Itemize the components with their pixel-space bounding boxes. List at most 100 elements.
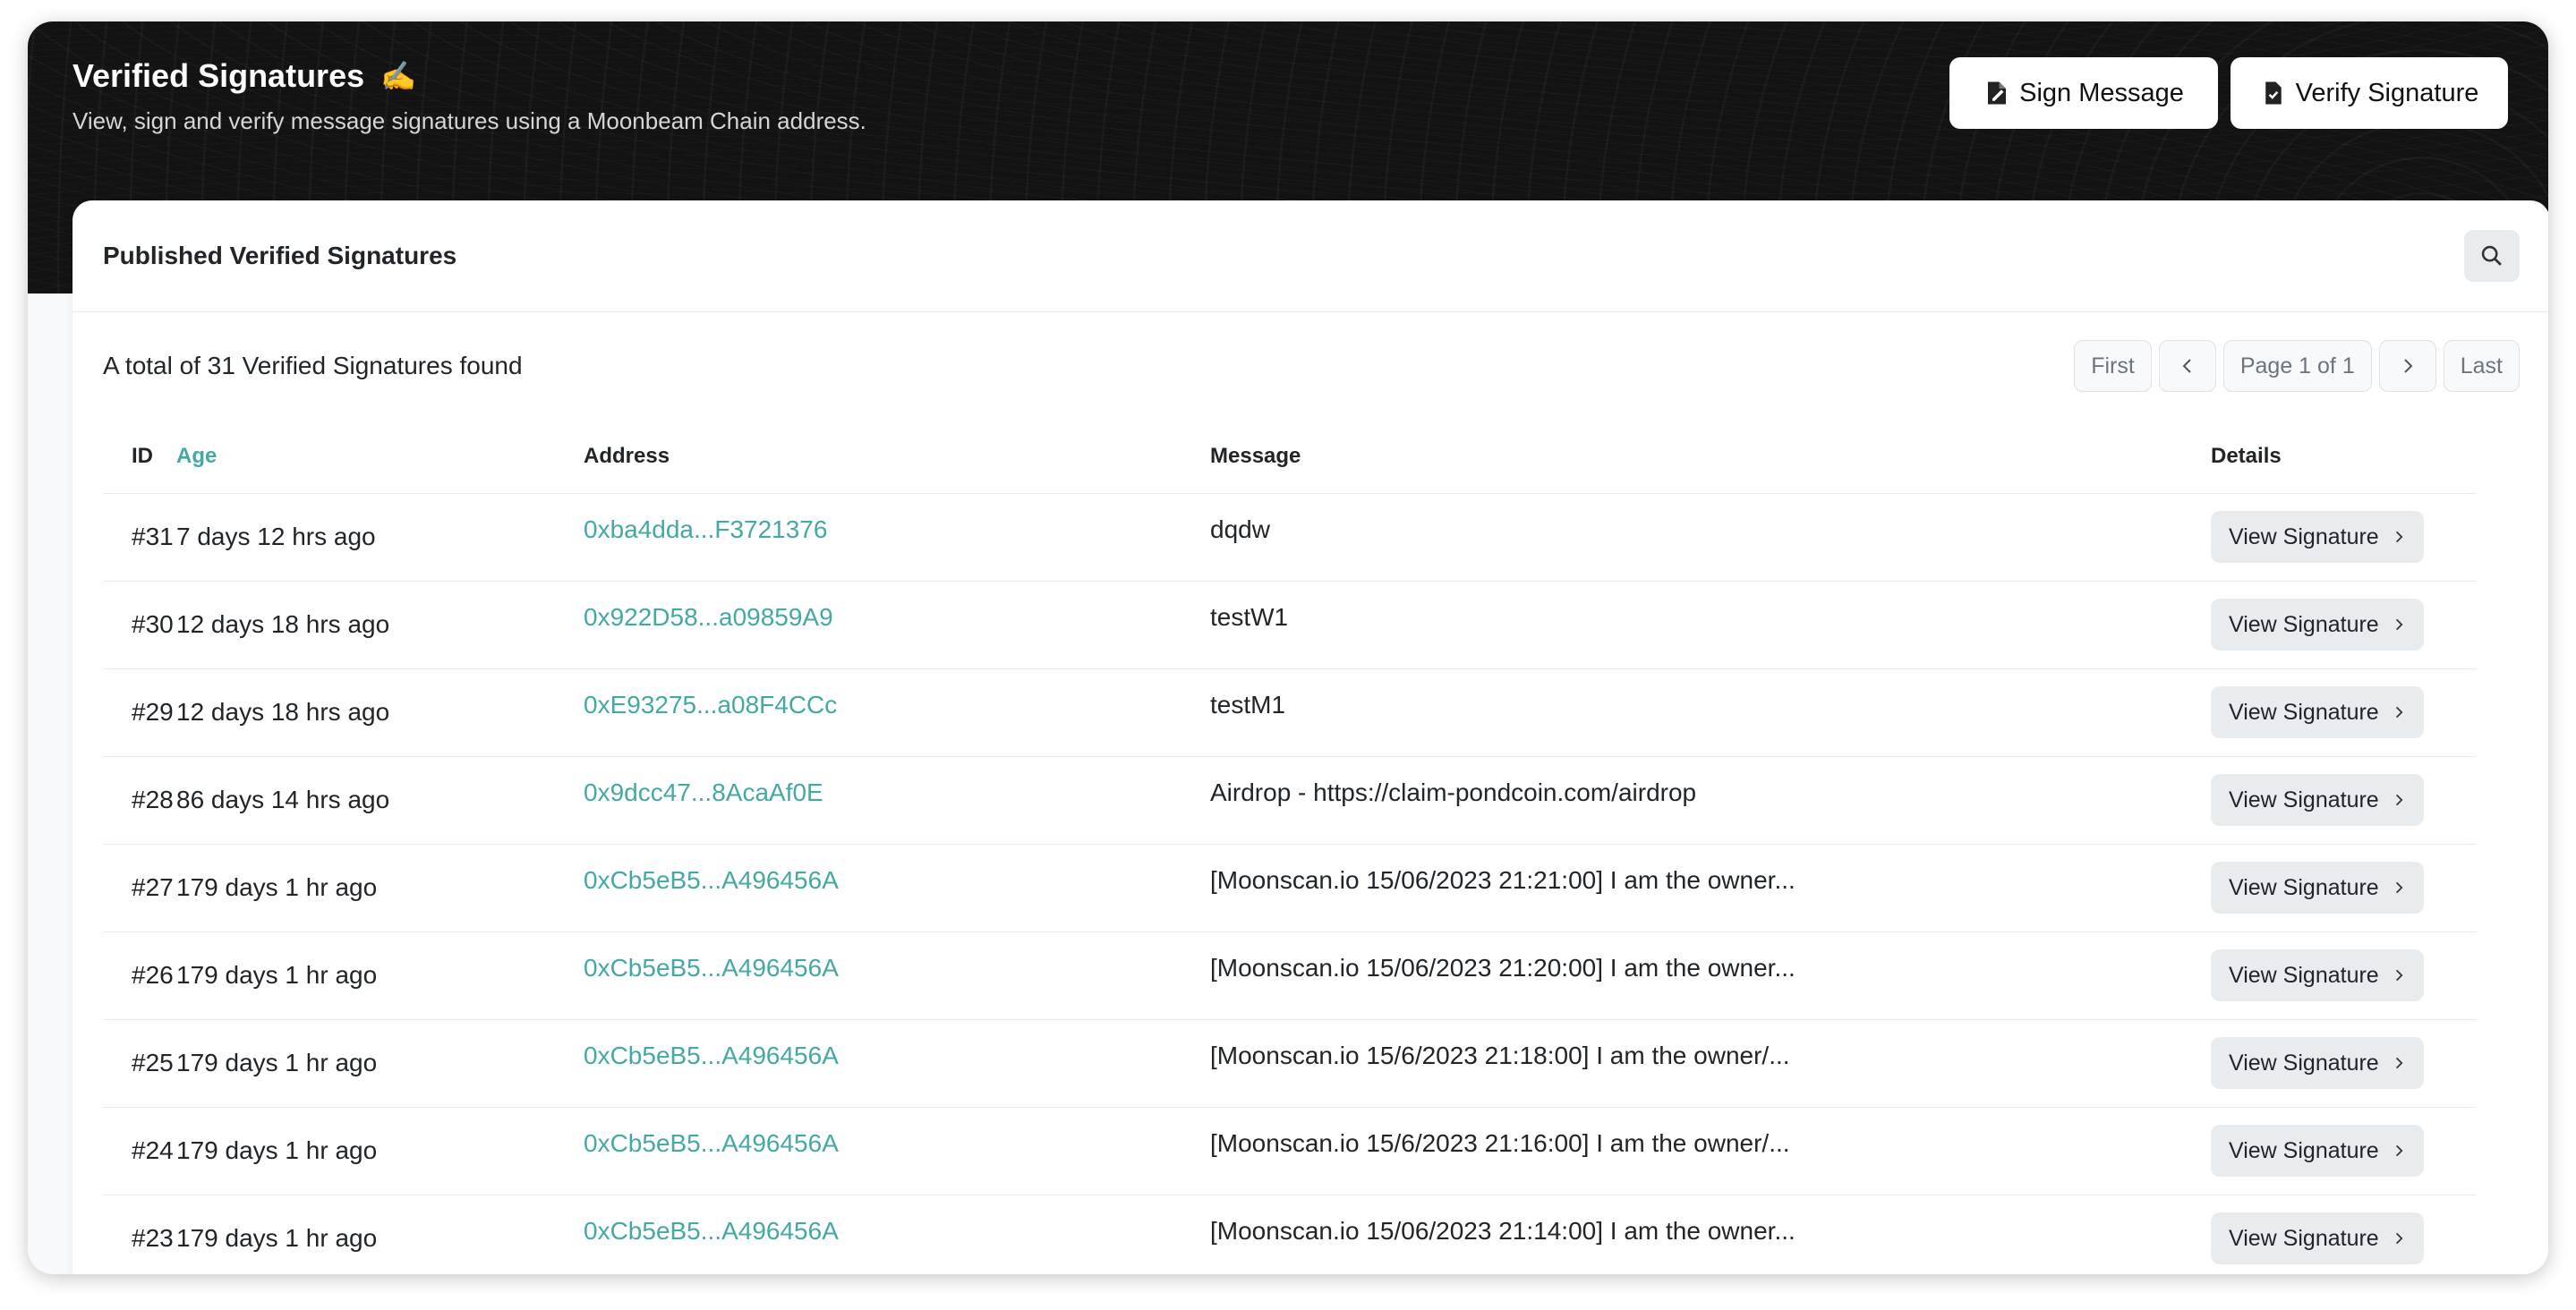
signature-age: 179 days 1 hr ago <box>176 844 584 932</box>
column-header-address: Address <box>584 420 1210 494</box>
table-row: #30 12 days 18 hrs ago 0x922D58...a09859… <box>103 581 2477 669</box>
view-signature-label: View Signature <box>2229 523 2379 549</box>
signature-message: [Moonscan.io 15/06/2023 21:20:00] I am t… <box>1210 954 1796 982</box>
view-signature-label: View Signature <box>2229 874 2379 900</box>
address-link[interactable]: 0xCb5eB5...A496456A <box>584 1217 839 1246</box>
signature-age: 179 days 1 hr ago <box>176 1019 584 1108</box>
chevron-right-icon <box>2395 1057 2403 1069</box>
search-icon <box>2481 245 2502 266</box>
view-signature-label: View Signature <box>2229 611 2379 637</box>
column-header-message: Message <box>1210 420 2211 494</box>
view-signature-label: View Signature <box>2229 699 2379 725</box>
table-row: #23 179 days 1 hr ago 0xCb5eB5...A496456… <box>103 1195 2477 1274</box>
signature-id: #29 <box>103 668 176 757</box>
table-row: #29 12 days 18 hrs ago 0xE93275...a08F4C… <box>103 668 2477 757</box>
view-signature-button[interactable]: View Signature <box>2211 862 2424 914</box>
signature-id: #28 <box>103 756 176 845</box>
signature-age: 86 days 14 hrs ago <box>176 756 584 845</box>
pagination: First Page 1 of 1 Last <box>2074 340 2520 392</box>
card-title: Published Verified Signatures <box>103 242 457 269</box>
signature-age: 179 days 1 hr ago <box>176 931 584 1020</box>
signature-id: #30 <box>103 581 176 669</box>
signature-id: #23 <box>103 1195 176 1274</box>
address-link[interactable]: 0xCb5eB5...A496456A <box>584 1129 839 1158</box>
chevron-right-icon <box>2404 359 2413 373</box>
page-indicator: Page 1 of 1 <box>2222 340 2372 392</box>
signature-age: 179 days 1 hr ago <box>176 1195 584 1274</box>
page-title: Verified Signatures ✍️ <box>73 57 416 95</box>
signature-age: 7 days 12 hrs ago <box>176 493 584 582</box>
address-link[interactable]: 0x9dcc47...8AcaAf0E <box>584 778 823 807</box>
table-row: #28 86 days 14 hrs ago 0x9dcc47...8AcaAf… <box>103 756 2477 845</box>
view-signature-label: View Signature <box>2229 787 2379 812</box>
signature-message: [Moonscan.io 15/06/2023 21:14:00] I am t… <box>1210 1217 1796 1245</box>
signature-id: #27 <box>103 844 176 932</box>
view-signature-button[interactable]: View Signature <box>2211 686 2424 738</box>
view-signature-button[interactable]: View Signature <box>2211 1037 2424 1089</box>
table-header-row: ID Age Address Message Details <box>103 420 2477 494</box>
table-row: #26 179 days 1 hr ago 0xCb5eB5...A496456… <box>103 931 2477 1020</box>
signature-id: #25 <box>103 1019 176 1108</box>
document-check-icon <box>2265 81 2282 105</box>
view-signature-button[interactable]: View Signature <box>2211 949 2424 1001</box>
verify-signature-button[interactable]: Verify Signature <box>2231 57 2508 129</box>
verify-signature-label: Verify Signature <box>2295 78 2479 107</box>
chevron-right-icon <box>2395 1144 2403 1157</box>
table-row: #25 179 days 1 hr ago 0xCb5eB5...A496456… <box>103 1019 2477 1108</box>
signature-id: #26 <box>103 931 176 1020</box>
page-title-text: Verified Signatures <box>73 57 365 94</box>
view-signature-button[interactable]: View Signature <box>2211 774 2424 826</box>
signature-message: dqdw <box>1210 515 1270 543</box>
signature-age: 12 days 18 hrs ago <box>176 581 584 669</box>
chevron-right-icon <box>2395 618 2403 631</box>
signature-message: [Moonscan.io 15/6/2023 21:18:00] I am th… <box>1210 1042 1790 1069</box>
address-link[interactable]: 0xCb5eB5...A496456A <box>584 866 839 895</box>
next-page-button[interactable] <box>2378 340 2436 392</box>
search-button[interactable] <box>2464 230 2520 282</box>
signature-age: 179 days 1 hr ago <box>176 1107 584 1195</box>
view-signature-label: View Signature <box>2229 962 2379 988</box>
address-link[interactable]: 0xCb5eB5...A496456A <box>584 1042 839 1070</box>
chevron-right-icon <box>2395 1232 2403 1245</box>
signature-message: [Moonscan.io 15/06/2023 21:21:00] I am t… <box>1210 866 1796 894</box>
table-row: #31 7 days 12 hrs ago 0xba4dda...F372137… <box>103 493 2477 582</box>
first-page-button[interactable]: First <box>2074 340 2152 392</box>
page-subtitle: View, sign and verify message signatures… <box>73 107 866 134</box>
prev-page-button[interactable] <box>2158 340 2216 392</box>
signatures-table: ID Age Address Message Details #31 7 day… <box>103 420 2477 1274</box>
signature-message: testM1 <box>1210 691 1286 719</box>
signature-message: Airdrop - https://claim-pondcoin.com/air… <box>1210 778 1697 806</box>
view-signature-button[interactable]: View Signature <box>2211 599 2424 651</box>
signatures-card: Published Verified Signatures A total of… <box>73 200 2548 1274</box>
view-signature-button[interactable]: View Signature <box>2211 511 2424 563</box>
last-page-button[interactable]: Last <box>2443 340 2520 392</box>
view-signature-button[interactable]: View Signature <box>2211 1212 2424 1264</box>
chevron-right-icon <box>2395 706 2403 719</box>
chevron-right-icon <box>2395 969 2403 982</box>
sign-message-button[interactable]: Sign Message <box>1949 57 2218 129</box>
writing-hand-icon: ✍️ <box>380 60 416 92</box>
column-header-age[interactable]: Age <box>176 420 584 494</box>
column-header-id: ID <box>103 420 176 494</box>
table-row: #27 179 days 1 hr ago 0xCb5eB5...A496456… <box>103 844 2477 932</box>
chevron-right-icon <box>2395 531 2403 543</box>
table-toolbar: A total of 31 Verified Signatures found … <box>73 312 2548 420</box>
column-header-details: Details <box>2211 420 2477 494</box>
sign-message-label: Sign Message <box>2019 78 2184 107</box>
view-signature-label: View Signature <box>2229 1137 2379 1163</box>
view-signature-label: View Signature <box>2229 1050 2379 1076</box>
total-count: A total of 31 Verified Signatures found <box>103 352 523 379</box>
view-signature-button[interactable]: View Signature <box>2211 1125 2424 1177</box>
browser-frame: Verified Signatures ✍️ View, sign and ve… <box>28 21 2548 1274</box>
signature-age: 12 days 18 hrs ago <box>176 668 584 757</box>
address-link[interactable]: 0xE93275...a08F4CCc <box>584 691 837 719</box>
table-row: #24 179 days 1 hr ago 0xCb5eB5...A496456… <box>103 1107 2477 1195</box>
signature-message: [Moonscan.io 15/6/2023 21:16:00] I am th… <box>1210 1129 1790 1157</box>
address-link[interactable]: 0x922D58...a09859A9 <box>584 603 833 632</box>
address-link[interactable]: 0xCb5eB5...A496456A <box>584 954 839 982</box>
signature-message: testW1 <box>1210 603 1289 631</box>
signature-id: #31 <box>103 493 176 582</box>
address-link[interactable]: 0xba4dda...F3721376 <box>584 515 827 544</box>
chevron-right-icon <box>2395 794 2403 806</box>
chevron-left-icon <box>2182 359 2191 373</box>
